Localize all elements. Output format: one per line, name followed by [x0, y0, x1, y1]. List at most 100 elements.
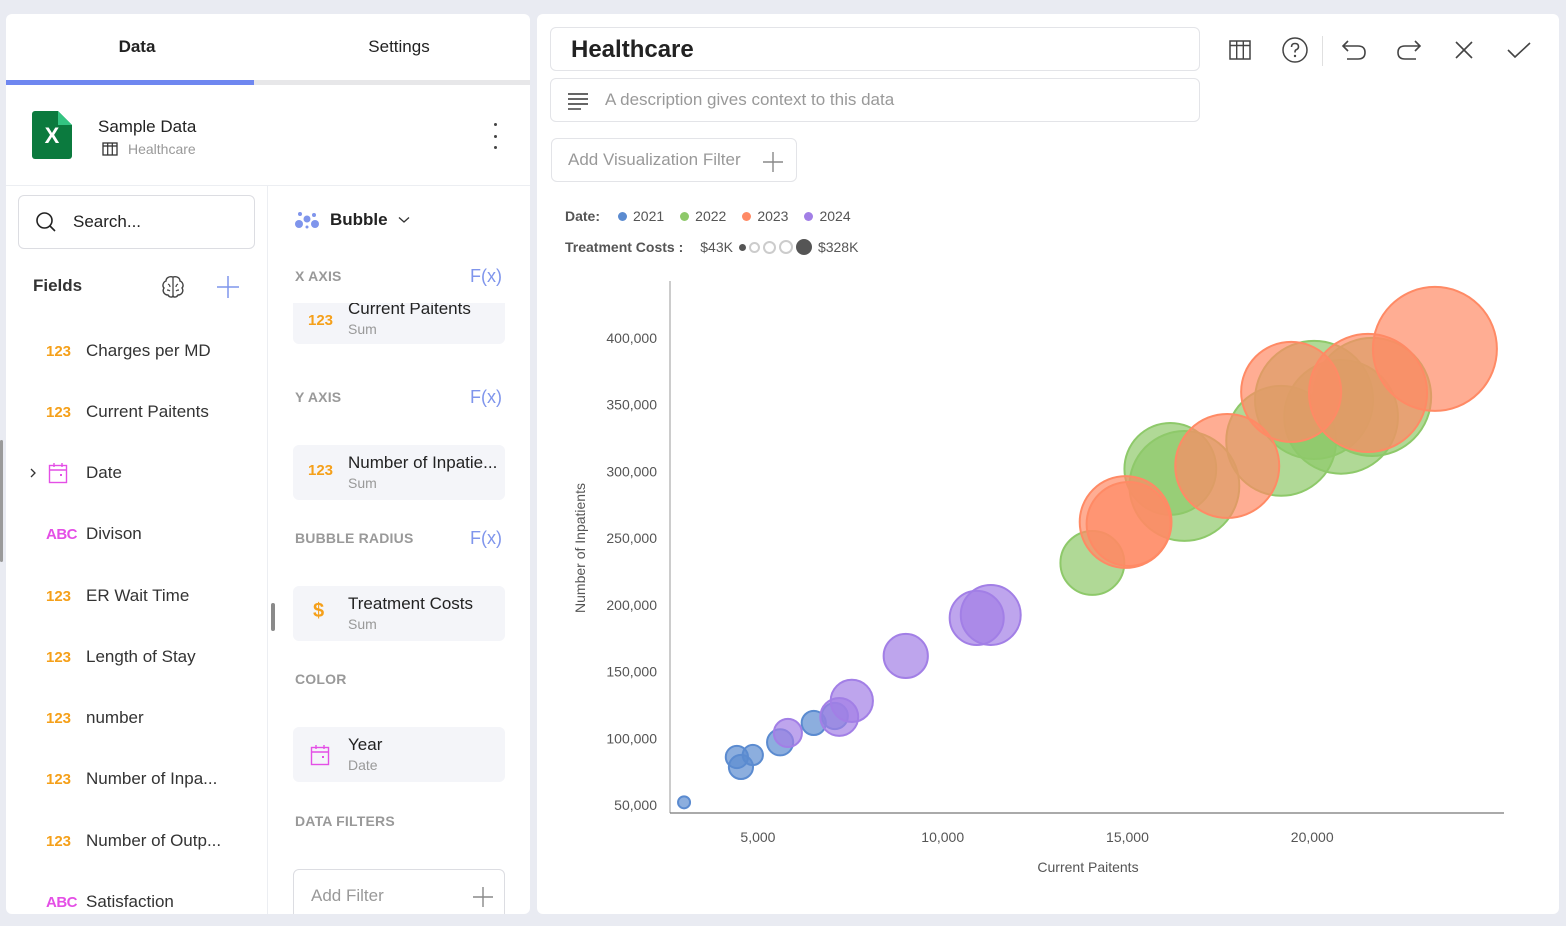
y-tick-label: 50,000	[614, 797, 657, 813]
field-label: Charges per MD	[86, 341, 211, 360]
x-tick-label: 15,000	[1106, 829, 1149, 845]
fields-column: Fields 123 Charges per MD 123 Current Pait…	[6, 186, 268, 914]
bubble-2023[interactable]	[1371, 285, 1498, 412]
x-axis-fx-button[interactable]: F(x)	[470, 266, 502, 287]
field-label: number	[86, 708, 144, 727]
field-item[interactable]: 123 Current Paitents	[6, 392, 268, 432]
field-label: Number of Outp...	[86, 831, 222, 850]
add-filter-button[interactable]: Add Filter	[293, 869, 505, 914]
search-icon	[36, 212, 56, 232]
data-filters-section-title: DATA FILTERS	[295, 813, 395, 829]
field-item[interactable]: ABC Satisfaction	[6, 882, 268, 914]
bubble-chart: 50,000 100,000 150,000 200,000 250,000 300,00…	[572, 281, 1504, 875]
table-icon	[102, 142, 118, 156]
y-axis-field-name: Number of Inpatie...	[348, 453, 498, 472]
y-axis-fx-button[interactable]: F(x)	[470, 387, 502, 408]
tab-settings[interactable]: Settings	[268, 14, 530, 80]
field-item[interactable]: 123 Charges per MD	[6, 331, 268, 371]
field-item[interactable]: 123 ER Wait Time	[6, 576, 268, 616]
bubble-2024[interactable]	[772, 717, 803, 748]
bubble-2024[interactable]	[882, 632, 929, 680]
bubble-radius-fx-button[interactable]: F(x)	[470, 528, 502, 549]
more-options-icon[interactable]	[488, 123, 502, 149]
search-field[interactable]	[18, 195, 255, 249]
y-axis-aggregation: Sum	[348, 475, 377, 491]
calendar-icon	[48, 463, 68, 484]
data-panel: Data Settings X Sample Data Healthcare F…	[6, 14, 530, 914]
y-tick-label: 300,000	[606, 463, 657, 479]
field-label: Satisfaction	[86, 892, 174, 911]
y-tick-label: 350,000	[606, 397, 657, 413]
number-type-icon: 123	[46, 770, 72, 788]
field-item[interactable]: 123 Number of Inpa...	[6, 759, 268, 799]
field-label: Date	[86, 463, 122, 482]
y-tick-label: 100,000	[606, 730, 657, 746]
bubble-radius-field-name: Treatment Costs	[348, 594, 474, 613]
x-axis-title: Current Paitents	[1037, 859, 1138, 875]
chart-type-label: Bubble	[330, 210, 388, 229]
chart-type-selector[interactable]: Bubble	[294, 210, 410, 230]
fields-title: Fields	[33, 276, 83, 295]
number-type-icon: 123	[46, 587, 72, 605]
scrollbar-thumb[interactable]	[271, 603, 275, 631]
data-source-name: Sample Data	[98, 117, 197, 136]
x-axis-aggregation: Sum	[348, 321, 377, 337]
field-item[interactable]: Date	[6, 453, 268, 493]
y-tick-label: 200,000	[606, 597, 657, 613]
excel-icon: X	[32, 111, 72, 159]
add-filter-label: Add Filter	[311, 886, 384, 905]
y-axis-field-pill[interactable]: 123 Number of Inpatie... Sum	[293, 445, 505, 500]
expand-chevron-icon[interactable]	[28, 467, 38, 479]
bubble-2024[interactable]	[829, 678, 874, 724]
x-axis-field-pill[interactable]: 123 Current Paitents Sum	[293, 299, 505, 344]
search-input[interactable]	[73, 212, 223, 232]
x-tick-labels: 5,000 10,000 15,000 20,000	[740, 829, 1333, 845]
bubble-radius-field-pill[interactable]: $ Treatment Costs Sum	[293, 586, 505, 641]
field-item[interactable]: 123 number	[6, 698, 268, 738]
bubble-2021[interactable]	[741, 743, 764, 767]
x-tick-label: 20,000	[1291, 829, 1334, 845]
panel-tabs: Data Settings	[6, 14, 530, 85]
y-tick-label: 150,000	[606, 664, 657, 680]
x-axis-field-name: Current Paitents	[348, 299, 471, 318]
chevron-down-icon	[398, 217, 410, 223]
bubble-2021[interactable]	[677, 795, 692, 810]
visualization-editor: Add Visualization Filter Date: 2021 2022…	[537, 14, 1559, 914]
bubble-2024[interactable]	[959, 584, 1022, 646]
number-type-icon: 123	[46, 648, 72, 666]
number-type-icon: 123	[46, 403, 72, 421]
data-source[interactable]: X Sample Data Healthcare	[6, 85, 530, 186]
color-field-type: Date	[348, 757, 378, 773]
visualization-config: Bubble X AXIS F(x) 123 Current Paitents …	[268, 186, 530, 914]
field-item[interactable]: 123 Length of Stay	[6, 637, 268, 677]
color-field-name: Year	[348, 735, 383, 754]
color-field-pill[interactable]: Year Date	[293, 727, 505, 782]
calendar-icon	[310, 745, 330, 766]
number-type-icon: 123	[46, 709, 72, 727]
color-section-title: COLOR	[295, 671, 347, 687]
bubble-chart-icon	[295, 212, 319, 229]
fields-scrollbar[interactable]	[0, 440, 3, 562]
tab-data[interactable]: Data	[6, 14, 268, 80]
bubble-radius-aggregation: Sum	[348, 616, 377, 632]
field-label: Current Paitents	[86, 402, 209, 421]
y-axis-title: Number of Inpatients	[572, 483, 588, 613]
x-tick-label: 10,000	[921, 829, 964, 845]
text-type-icon: ABC	[46, 893, 78, 911]
bubble-radius-section-title: BUBBLE RADIUS	[295, 530, 414, 546]
field-label: Number of Inpa...	[86, 769, 218, 788]
brain-icon[interactable]	[160, 274, 186, 300]
field-label: ER Wait Time	[86, 586, 190, 605]
field-label: Divison	[86, 524, 142, 543]
y-tick-labels: 50,000 100,000 150,000 200,000 250,000 300,00…	[606, 330, 657, 813]
text-type-icon: ABC	[46, 525, 78, 543]
field-item[interactable]: 123 Number of Outp...	[6, 821, 268, 861]
number-type-icon: 123	[46, 342, 72, 360]
add-field-icon[interactable]	[215, 274, 241, 300]
number-type-icon: 123	[46, 832, 72, 850]
field-item[interactable]: ABC Divison	[6, 514, 268, 554]
excel-icon-letter: X	[44, 123, 60, 148]
x-axis-section-title: X AXIS	[295, 268, 342, 284]
bubble-2023[interactable]	[1085, 481, 1172, 567]
plus-icon	[473, 887, 493, 907]
